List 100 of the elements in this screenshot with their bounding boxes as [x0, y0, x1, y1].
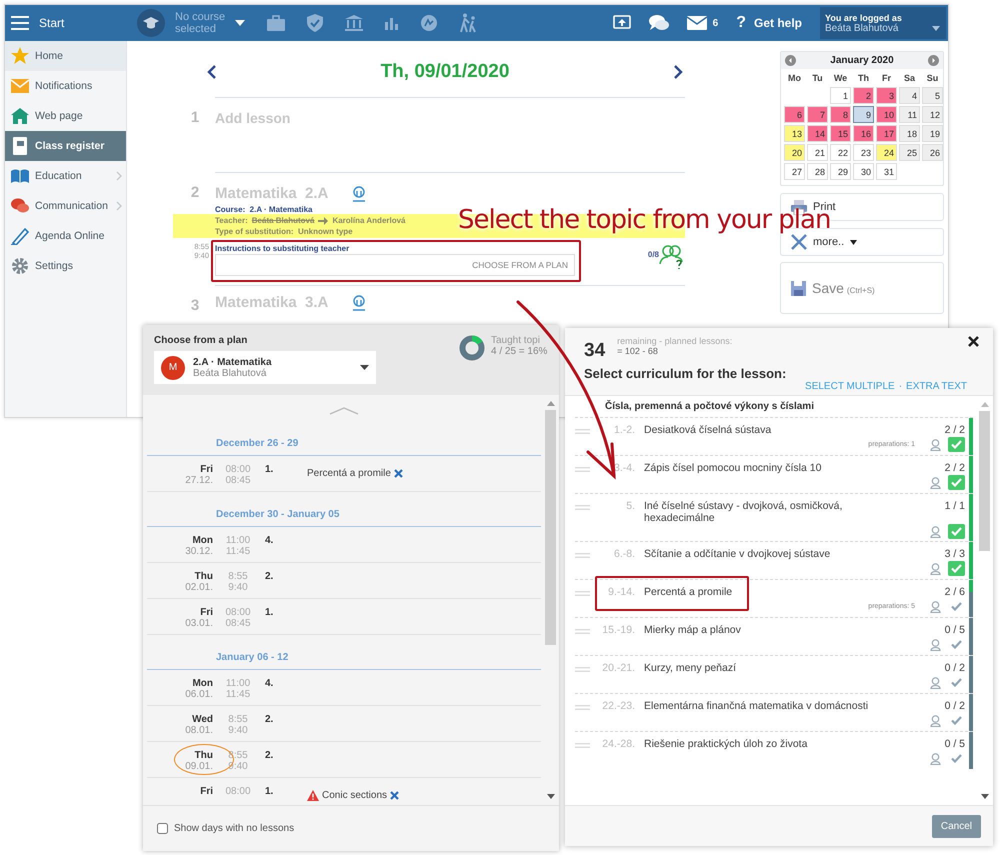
- calendar-day[interactable]: 21: [807, 144, 828, 161]
- sidebar-item[interactable]: Agenda Online: [5, 221, 126, 251]
- person-icon[interactable]: [930, 714, 941, 726]
- topic-row[interactable]: 6.-8. Sčítanie a odčítanie v dvojkovej sústave 3 / 3: [575, 541, 973, 579]
- envelope-icon[interactable]: [686, 16, 707, 30]
- lesson-row[interactable]: Thu 02.01. 8:55 9:40 2.: [147, 563, 541, 599]
- remove-icon[interactable]: [394, 469, 403, 478]
- done-toggle[interactable]: [948, 561, 965, 576]
- topic-row[interactable]: 15.-19. Mierky máp a plánov 0 / 5: [575, 617, 973, 655]
- calendar-day[interactable]: 2: [853, 87, 874, 104]
- calendar-day[interactable]: 3: [876, 87, 897, 104]
- chat-icon[interactable]: [648, 15, 669, 31]
- lesson-row[interactable]: Mon 06.01. 11:00 11:45 4.: [147, 670, 541, 706]
- calendar-day[interactable]: 18: [899, 125, 920, 142]
- person-icon[interactable]: [930, 752, 941, 764]
- calendar-day[interactable]: 1: [830, 87, 851, 104]
- calendar-day[interactable]: 13: [784, 125, 805, 142]
- person-icon[interactable]: [930, 476, 941, 488]
- calendar-day[interactable]: 5: [922, 87, 943, 104]
- drag-handle-icon[interactable]: [575, 705, 590, 710]
- calendar-day[interactable]: 4: [899, 87, 920, 104]
- calendar-day[interactable]: 17: [876, 125, 897, 142]
- calendar-day[interactable]: 12: [922, 106, 943, 123]
- person-icon[interactable]: [930, 638, 941, 650]
- bank-icon[interactable]: [345, 15, 363, 31]
- calendar-day[interactable]: 28: [807, 163, 828, 180]
- topic-row[interactable]: 5. Iné číselné sústavy - dvojková, osmičková, hexadecimálne 1 / 1: [575, 493, 973, 541]
- drag-handle-icon[interactable]: [575, 467, 590, 472]
- calendar-day[interactable]: 11: [899, 106, 920, 123]
- scroll-up-icon[interactable]: [980, 402, 988, 407]
- lesson-row[interactable]: Mon 30.12. 11:00 11:45 4.: [147, 527, 541, 563]
- save-button[interactable]: Save (Ctrl+S): [780, 262, 944, 314]
- calendar-day[interactable]: 23: [853, 144, 874, 161]
- shield-check-icon[interactable]: [307, 14, 323, 32]
- bar-chart-icon[interactable]: [385, 16, 399, 30]
- calendar-day[interactable]: 6: [784, 106, 805, 123]
- calendar-day[interactable]: 27: [784, 163, 805, 180]
- scroll-up-icon[interactable]: [546, 401, 554, 406]
- lesson-row[interactable]: Fri 27.12. 08:00 08:45 1. Percentá a promile: [147, 456, 541, 492]
- next-month-icon[interactable]: [928, 55, 939, 66]
- plan-dropdown[interactable]: M 2.A · Matematika Beáta Blahutová: [154, 351, 376, 384]
- user-menu[interactable]: You are logged as Beáta Blahutová: [820, 7, 946, 39]
- person-icon[interactable]: [352, 186, 366, 202]
- calendar-day[interactable]: 7: [807, 106, 828, 123]
- start-menu-button[interactable]: Start: [5, 5, 126, 41]
- calendar-day[interactable]: 9: [853, 106, 874, 123]
- drag-handle-icon[interactable]: [575, 629, 590, 634]
- person-icon[interactable]: [930, 562, 941, 574]
- calendar-day[interactable]: 15: [830, 125, 851, 142]
- calendar-day[interactable]: 19: [922, 125, 943, 142]
- topic-row[interactable]: 20.-21. Kurzy, meny peňazí 0 / 2: [575, 655, 973, 693]
- person-icon[interactable]: [930, 526, 941, 538]
- calendar-day[interactable]: 24: [876, 144, 897, 161]
- calendar-day[interactable]: 30: [853, 163, 874, 180]
- attendance-people-icon[interactable]: [659, 244, 685, 270]
- scroll-down-icon[interactable]: [980, 794, 988, 799]
- sidebar-item[interactable]: Communication: [5, 191, 126, 221]
- done-toggle[interactable]: [948, 524, 965, 539]
- drag-handle-icon[interactable]: [575, 591, 590, 596]
- person-icon[interactable]: [930, 600, 941, 612]
- topic-row[interactable]: 22.-23. Elementárna finančná matematika v domácnosti 0 / 2: [575, 693, 973, 731]
- calendar-day[interactable]: 26: [922, 144, 943, 161]
- drag-handle-icon[interactable]: [575, 743, 590, 748]
- calendar-day[interactable]: 14: [807, 125, 828, 142]
- scroll-down-icon[interactable]: [546, 794, 554, 799]
- help-button[interactable]: ? Get help: [736, 14, 802, 32]
- drag-handle-icon[interactable]: [575, 429, 590, 434]
- previous-day-icon[interactable]: [207, 65, 217, 79]
- drag-handle-icon[interactable]: [575, 553, 590, 558]
- lesson-row[interactable]: Fri 08:00 1. Conic sections: [147, 778, 541, 800]
- drag-handle-icon[interactable]: [575, 667, 590, 672]
- lesson-row[interactable]: Wed 08.01. 8:55 9:40 2.: [147, 706, 541, 742]
- screen-share-icon[interactable]: [612, 15, 631, 31]
- show-empty-days-checkbox[interactable]: [157, 823, 168, 834]
- drag-handle-icon[interactable]: [575, 505, 590, 510]
- sidebar-item[interactable]: Settings: [5, 251, 126, 281]
- sidebar-item[interactable]: Notifications: [5, 71, 126, 101]
- close-icon[interactable]: [968, 336, 979, 347]
- sidebar-item[interactable]: Web page: [5, 101, 126, 131]
- lesson-row[interactable]: Fri 03.01. 08:00 08:45 1.: [147, 599, 541, 635]
- sidebar-item[interactable]: Class register: [5, 131, 126, 161]
- circle-badge-icon[interactable]: [421, 15, 437, 31]
- calendar-day[interactable]: 16: [853, 125, 874, 142]
- calendar-day[interactable]: 29: [830, 163, 851, 180]
- remove-icon[interactable]: [390, 791, 400, 800]
- calendar-day[interactable]: 20: [784, 144, 805, 161]
- instructions-field[interactable]: CHOOSE FROM A PLAN: [215, 254, 575, 276]
- person-icon[interactable]: [930, 676, 941, 688]
- done-toggle[interactable]: [948, 475, 965, 490]
- next-day-icon[interactable]: [673, 65, 683, 79]
- chevron-up-icon[interactable]: [329, 407, 359, 415]
- topic-row[interactable]: 24.-28. Riešenie praktických úloh zo života 0 / 5: [575, 731, 973, 769]
- calendar-day[interactable]: 31: [876, 163, 897, 180]
- briefcase-icon[interactable]: [267, 15, 285, 31]
- sidebar-item[interactable]: Home: [5, 41, 126, 71]
- calendar-day[interactable]: 10: [876, 106, 897, 123]
- previous-month-icon[interactable]: [785, 55, 796, 66]
- sidebar-item[interactable]: Education: [5, 161, 126, 191]
- done-toggle[interactable]: [948, 437, 965, 452]
- person-icon[interactable]: [930, 438, 941, 450]
